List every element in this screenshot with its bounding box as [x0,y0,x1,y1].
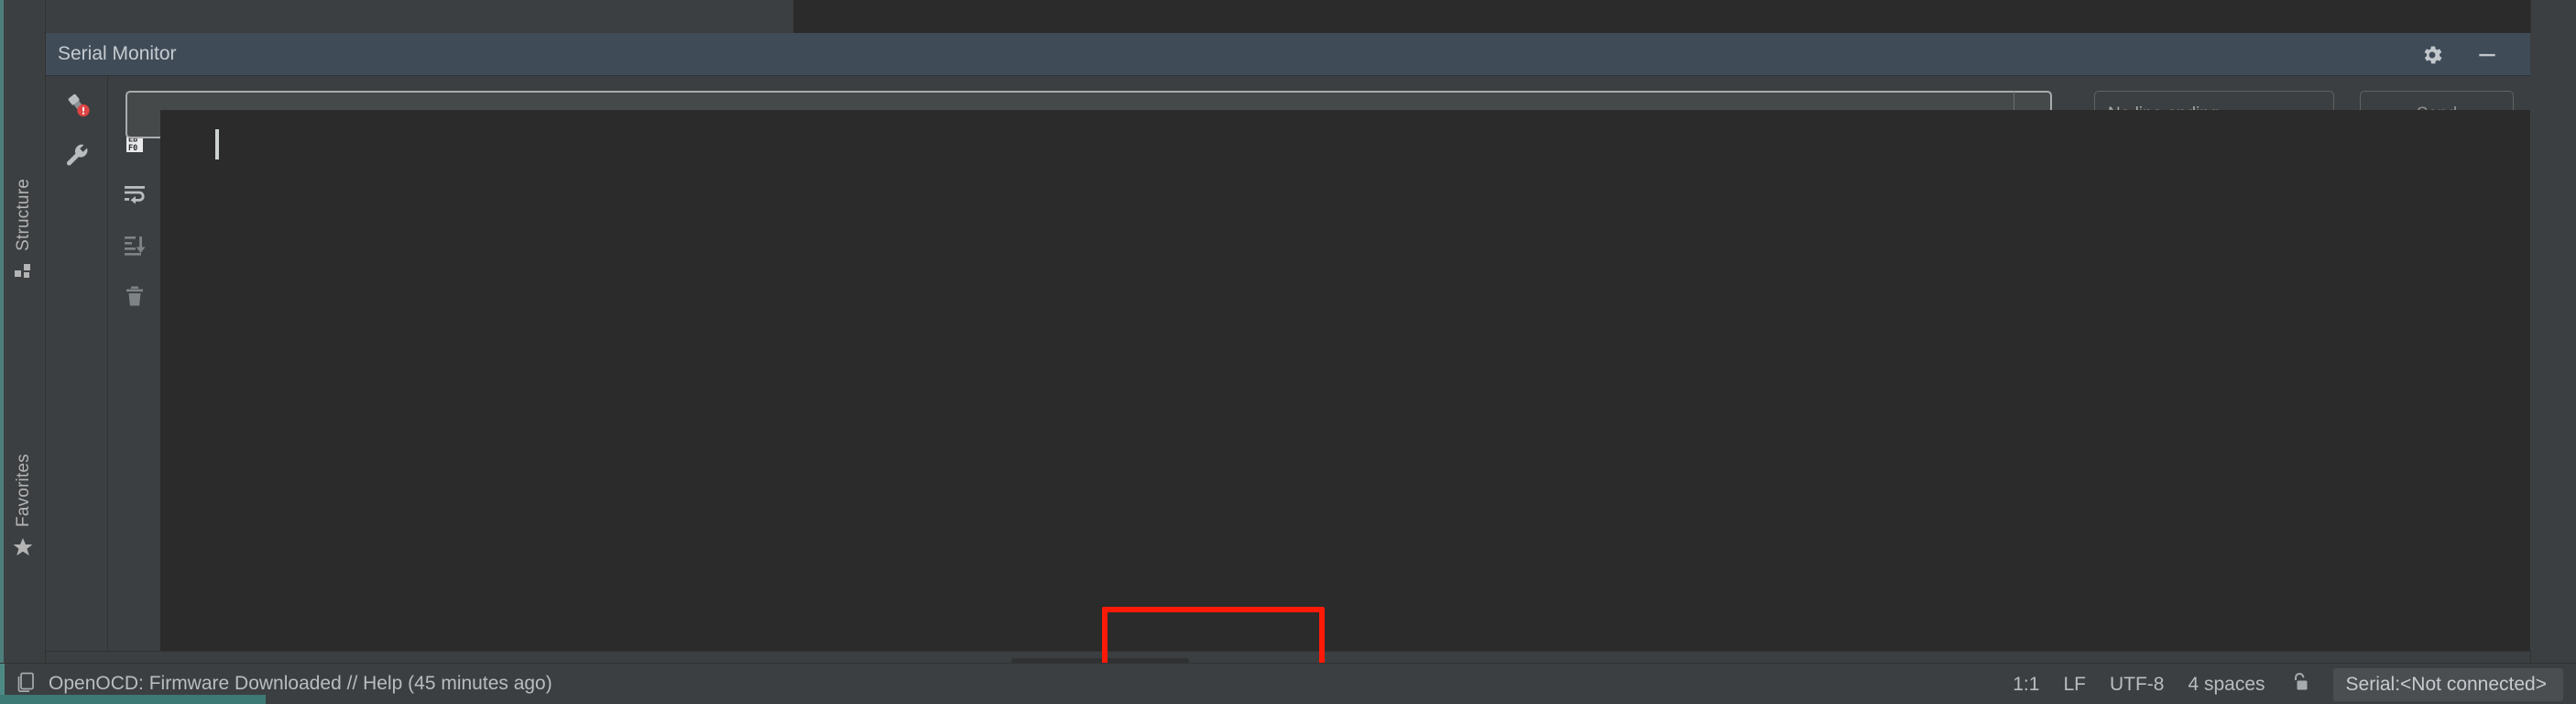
tool-window-header: Serial Monitor [46,33,2530,76]
sidebar-accent-stripe [0,0,4,683]
console-caret [215,129,219,160]
sidebar-item-structure-label: Structure [13,179,33,251]
status-bar-right: 1:1 LF UTF-8 4 spaces Serial:<Not connec… [2013,664,2576,704]
serial-connection-status[interactable]: Serial:<Not connected> [2332,667,2563,701]
status-bottom-accent [0,695,266,704]
serial-monitor-tool-window: Serial Monitor EB F0 [46,33,2576,651]
page-title: Serial Monitor [58,43,177,64]
serial-console-gutter-toolbar: EB F0 [109,110,160,651]
trash-icon[interactable] [119,280,150,312]
file-encoding[interactable]: UTF-8 [2110,674,2165,696]
editor-area-remnant [793,0,2576,33]
line-separator[interactable]: LF [2063,674,2086,696]
tool-window-header-actions [2418,33,2530,76]
sidebar-item-favorites-label: Favorites [13,454,33,527]
status-bar: OpenOCD: Firmware Downloaded // Help (45… [0,663,2576,704]
sidebar-item-structure[interactable]: Structure [0,179,46,285]
star-icon [12,536,34,563]
serial-console-output[interactable] [160,110,2530,651]
serial-side-toolbar [46,76,108,651]
left-tool-sidebar: Structure Favorites [0,0,46,683]
console-right-margin [2530,76,2576,651]
soft-wrap-icon[interactable] [119,178,150,209]
gear-icon[interactable] [2418,41,2446,69]
minimize-icon[interactable] [2473,41,2501,69]
sidebar-item-favorites[interactable]: Favorites [0,454,46,563]
status-bar-left: OpenOCD: Firmware Downloaded // Help (45… [0,671,552,698]
copy-icon[interactable] [16,671,36,698]
indent-setting[interactable]: 4 spaces [2188,674,2265,696]
wrench-icon[interactable] [61,139,93,170]
structure-icon [13,260,33,285]
status-message[interactable]: OpenOCD: Firmware Downloaded // Help (45… [49,673,552,695]
unlocked-padlock-icon[interactable] [2289,671,2309,698]
caret-position[interactable]: 1:1 [2013,674,2039,696]
scroll-to-end-icon[interactable] [119,229,150,260]
plug-error-icon[interactable] [61,88,93,119]
editor-top-strip [0,0,2576,33]
